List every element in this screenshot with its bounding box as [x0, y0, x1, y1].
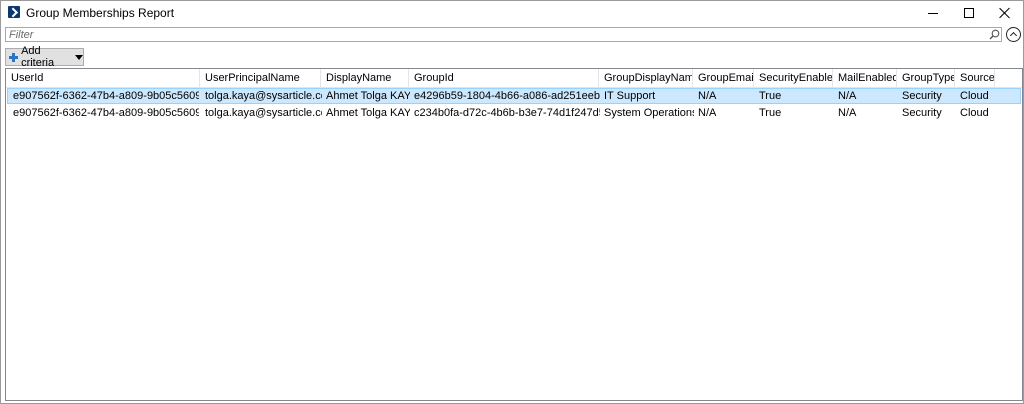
- column-header-groupemail[interactable]: GroupEmail: [693, 69, 754, 88]
- maximize-button[interactable]: [951, 1, 987, 25]
- column-header-grouptype[interactable]: GroupType: [897, 69, 955, 88]
- cell-groupid: c234b0fa-d72c-4b6b-b3e7-74d1f247d573: [414, 107, 600, 119]
- table-row[interactable]: e907562f-6362-47b4-a809-9b05c56093db tol…: [7, 105, 1021, 121]
- chevron-down-icon: [75, 54, 83, 60]
- column-header-mailenabled[interactable]: MailEnabled: [833, 69, 897, 88]
- cell-groupemail: N/A: [698, 107, 717, 119]
- column-header-filler: [995, 69, 1022, 88]
- report-window: Group Memberships Report Add criteria Us…: [0, 0, 1024, 404]
- column-header-userid[interactable]: UserId: [6, 69, 200, 88]
- cell-securityenabled: True: [759, 107, 782, 119]
- column-header-displayname[interactable]: DisplayName: [321, 69, 409, 88]
- cell-displayname: Ahmet Tolga KAYA: [326, 90, 410, 102]
- cell-source: Cloud: [960, 90, 989, 102]
- column-header-groupid[interactable]: GroupId: [409, 69, 599, 88]
- cell-userid: e907562f-6362-47b4-a809-9b05c56093db: [13, 107, 199, 119]
- title-bar[interactable]: Group Memberships Report: [1, 1, 1023, 25]
- results-grid: UserId UserPrincipalName DisplayName Gro…: [5, 68, 1023, 401]
- cell-mailenabled: N/A: [838, 90, 857, 102]
- cell-source: Cloud: [960, 107, 989, 119]
- table-row[interactable]: e907562f-6362-47b4-a809-9b05c56093db tol…: [7, 88, 1021, 104]
- column-header-groupdisplayname[interactable]: GroupDisplayName: [599, 69, 693, 88]
- search-icon[interactable]: [989, 29, 1000, 40]
- cell-groupemail: N/A: [698, 90, 717, 102]
- collapse-filter-button[interactable]: [1006, 27, 1021, 42]
- add-criteria-label: Add criteria: [21, 45, 55, 69]
- grid-header: UserId UserPrincipalName DisplayName Gro…: [6, 69, 1022, 88]
- column-header-securityenabled[interactable]: SecurityEnabled: [754, 69, 833, 88]
- cell-groupdisplayname: System Operations: [604, 107, 694, 119]
- maximize-icon: [964, 8, 974, 18]
- close-button[interactable]: [987, 1, 1023, 25]
- column-header-source[interactable]: Source: [955, 69, 995, 88]
- close-icon: [999, 7, 1011, 19]
- powershell-icon: [8, 6, 20, 18]
- cell-grouptype: Security: [902, 90, 942, 102]
- filter-box: [5, 27, 1002, 42]
- cell-grouptype: Security: [902, 107, 942, 119]
- cell-securityenabled: True: [759, 90, 782, 102]
- cell-groupid: e4296b59-1804-4b66-a086-ad251eebf9ac: [414, 90, 600, 102]
- plus-icon: [9, 52, 19, 62]
- cell-userprincipalname: tolga.kaya@sysarticle.com: [205, 107, 322, 119]
- cell-mailenabled: N/A: [838, 107, 857, 119]
- window-title: Group Memberships Report: [26, 6, 175, 20]
- add-criteria-button[interactable]: Add criteria: [5, 45, 84, 69]
- cell-displayname: Ahmet Tolga KAYA: [326, 107, 410, 119]
- cell-userid: e907562f-6362-47b4-a809-9b05c56093db: [13, 90, 199, 102]
- minimize-button[interactable]: [915, 1, 951, 25]
- cell-userprincipalname: tolga.kaya@sysarticle.com: [205, 90, 322, 102]
- minimize-icon: [928, 12, 938, 14]
- filter-input[interactable]: [9, 28, 979, 41]
- cell-groupdisplayname: IT Support: [604, 90, 656, 102]
- column-header-userprincipalname[interactable]: UserPrincipalName: [200, 69, 321, 88]
